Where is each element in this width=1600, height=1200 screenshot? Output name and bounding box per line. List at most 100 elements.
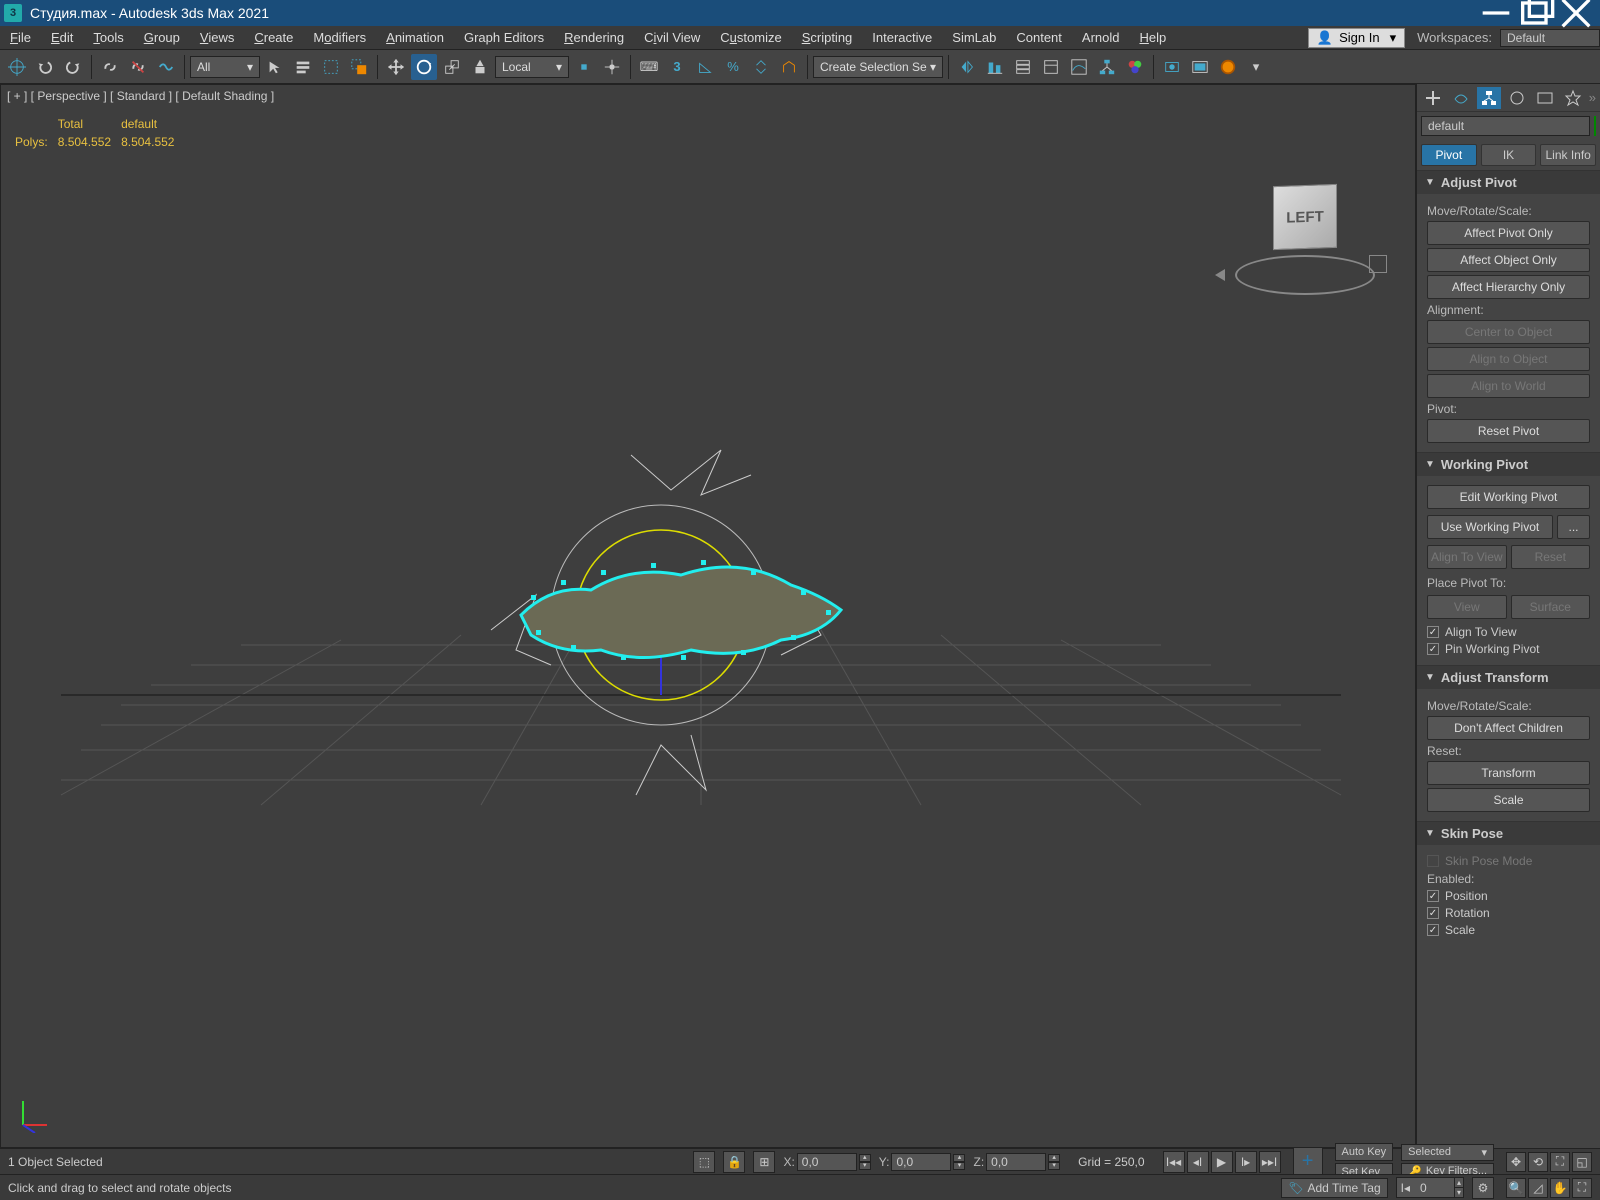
- spinner-snap-icon[interactable]: [748, 54, 774, 80]
- rotation-checkbox[interactable]: ✓Rotation: [1427, 906, 1590, 920]
- selected-object[interactable]: [461, 435, 911, 835]
- rollout-skin-pose[interactable]: ▼Skin Pose: [1417, 822, 1600, 845]
- minimize-button[interactable]: [1476, 0, 1516, 26]
- viewport[interactable]: [ + ] [ Perspective ] [ Standard ] [ Def…: [0, 84, 1416, 1148]
- x-input[interactable]: 0,0: [797, 1153, 857, 1171]
- viewport-label[interactable]: [ + ] [ Perspective ] [ Standard ] [ Def…: [7, 89, 274, 103]
- menu-group[interactable]: Group: [134, 26, 190, 50]
- maximize-button[interactable]: [1516, 0, 1556, 26]
- rollout-adjust-pivot[interactable]: ▼Adjust Pivot: [1417, 171, 1600, 194]
- display-tab-icon[interactable]: [1533, 87, 1557, 109]
- x-spinner[interactable]: ▴▾: [859, 1154, 871, 1170]
- link-icon[interactable]: [97, 54, 123, 80]
- render-icon[interactable]: [1215, 54, 1241, 80]
- z-input[interactable]: 0,0: [986, 1153, 1046, 1171]
- rollout-adjust-transform[interactable]: ▼Adjust Transform: [1417, 666, 1600, 689]
- manipulate-icon[interactable]: [599, 54, 625, 80]
- zoom-icon[interactable]: 🔍: [1506, 1178, 1526, 1198]
- set-key-big-button[interactable]: +: [1293, 1147, 1323, 1177]
- toggle-ribbon-icon[interactable]: [1038, 54, 1064, 80]
- menu-help[interactable]: Help: [1129, 26, 1176, 50]
- min-max-icon[interactable]: ⛶: [1572, 1178, 1592, 1198]
- material-editor-icon[interactable]: [1122, 54, 1148, 80]
- scale-icon[interactable]: [439, 54, 465, 80]
- unlink-icon[interactable]: [125, 54, 151, 80]
- pan-icon[interactable]: ✋: [1550, 1178, 1570, 1198]
- isolate-selection-icon[interactable]: ⬚: [693, 1151, 715, 1173]
- move-icon[interactable]: [383, 54, 409, 80]
- hierarchy-tab-icon[interactable]: [1477, 87, 1501, 109]
- center-to-object-button[interactable]: Center to Object: [1427, 320, 1590, 344]
- menu-interactive[interactable]: Interactive: [862, 26, 942, 50]
- dont-affect-children-button[interactable]: Don't Affect Children: [1427, 716, 1590, 740]
- align-icon[interactable]: [982, 54, 1008, 80]
- render-output-icon[interactable]: ▾: [1243, 54, 1269, 80]
- redo-icon[interactable]: [60, 54, 86, 80]
- affect-hierarchy-only-button[interactable]: Affect Hierarchy Only: [1427, 275, 1590, 299]
- edit-working-pivot-button[interactable]: Edit Working Pivot: [1427, 485, 1590, 509]
- keyboard-shortcut-icon[interactable]: ⌨: [636, 54, 662, 80]
- absolute-transform-icon[interactable]: ⊞: [753, 1151, 775, 1173]
- affect-pivot-only-button[interactable]: Affect Pivot Only: [1427, 221, 1590, 245]
- pan-view-icon[interactable]: ✥: [1506, 1152, 1526, 1172]
- rotate-icon[interactable]: [411, 54, 437, 80]
- menu-create[interactable]: Create: [244, 26, 303, 50]
- position-checkbox[interactable]: ✓Position: [1427, 889, 1590, 903]
- linkinfo-subtab[interactable]: Link Info: [1540, 144, 1596, 166]
- modify-tab-icon[interactable]: [1449, 87, 1473, 109]
- viewcube-arrow-icon[interactable]: [1215, 269, 1225, 281]
- zoom-extents-icon[interactable]: ⛶: [1550, 1152, 1570, 1172]
- percent-snap-icon[interactable]: %: [720, 54, 746, 80]
- time-config-icon[interactable]: ⚙: [1472, 1177, 1494, 1199]
- menu-civilview[interactable]: Civil View: [634, 26, 710, 50]
- menu-customize[interactable]: Customize: [710, 26, 791, 50]
- menu-animation[interactable]: Animation: [376, 26, 454, 50]
- bind-spacewarp-icon[interactable]: [153, 54, 179, 80]
- viewcube-ring[interactable]: [1235, 255, 1375, 295]
- pivot-subtab[interactable]: Pivot: [1421, 144, 1477, 166]
- render-frame-icon[interactable]: [1187, 54, 1213, 80]
- fov-icon[interactable]: ◿: [1528, 1178, 1548, 1198]
- placement-icon[interactable]: [467, 54, 493, 80]
- scale-checkbox[interactable]: ✓Scale: [1427, 923, 1590, 937]
- prev-frame-icon[interactable]: ◂I: [1187, 1151, 1209, 1173]
- key-target-dropdown[interactable]: Selected▾: [1401, 1144, 1494, 1161]
- window-crossing-icon[interactable]: [346, 54, 372, 80]
- ik-subtab[interactable]: IK: [1481, 144, 1537, 166]
- coord-system-dropdown[interactable]: Local▾: [495, 56, 569, 78]
- create-tab-icon[interactable]: [1421, 87, 1445, 109]
- menu-tools[interactable]: Tools: [83, 26, 133, 50]
- menu-rendering[interactable]: Rendering: [554, 26, 634, 50]
- next-frame-icon[interactable]: I▸: [1235, 1151, 1257, 1173]
- menu-content[interactable]: Content: [1006, 26, 1072, 50]
- menu-scripting[interactable]: Scripting: [792, 26, 863, 50]
- viewcube[interactable]: LEFT: [1225, 165, 1385, 325]
- goto-start-icon[interactable]: I◂◂: [1163, 1151, 1185, 1173]
- reset-scale-button[interactable]: Scale: [1427, 788, 1590, 812]
- menu-edit[interactable]: Edit: [41, 26, 83, 50]
- snap-toggle-icon[interactable]: 3: [664, 54, 690, 80]
- motion-tab-icon[interactable]: [1505, 87, 1529, 109]
- skin-pose-mode-checkbox[interactable]: Skin Pose Mode: [1427, 854, 1590, 868]
- object-name-field[interactable]: [1421, 116, 1590, 136]
- frame-spinner[interactable]: I◂0 ▴▾: [1396, 1177, 1464, 1198]
- workspace-dropdown[interactable]: Default: [1500, 29, 1600, 47]
- align-to-view-checkbox[interactable]: ✓Align To View: [1427, 625, 1590, 639]
- schematic-view-icon[interactable]: [1094, 54, 1120, 80]
- viewcube-home-icon[interactable]: [1369, 255, 1387, 273]
- reset-pivot-button[interactable]: Reset Pivot: [1427, 419, 1590, 443]
- place-surface-button[interactable]: Surface: [1511, 595, 1591, 619]
- working-pivot-more-button[interactable]: ...: [1557, 515, 1590, 539]
- menu-arnold[interactable]: Arnold: [1072, 26, 1130, 50]
- orbit-icon[interactable]: ⟲: [1528, 1152, 1548, 1172]
- menu-file[interactable]: File: [0, 26, 41, 50]
- panel-more-icon[interactable]: »: [1589, 90, 1596, 105]
- utilities-tab-icon[interactable]: [1561, 87, 1585, 109]
- affect-object-only-button[interactable]: Affect Object Only: [1427, 248, 1590, 272]
- reset-wp-button[interactable]: Reset: [1511, 545, 1591, 569]
- menu-views[interactable]: Views: [190, 26, 244, 50]
- add-time-tag-button[interactable]: 🏷Add Time Tag: [1281, 1178, 1387, 1198]
- select-region-icon[interactable]: [318, 54, 344, 80]
- y-spinner[interactable]: ▴▾: [953, 1154, 965, 1170]
- render-setup-icon[interactable]: [1159, 54, 1185, 80]
